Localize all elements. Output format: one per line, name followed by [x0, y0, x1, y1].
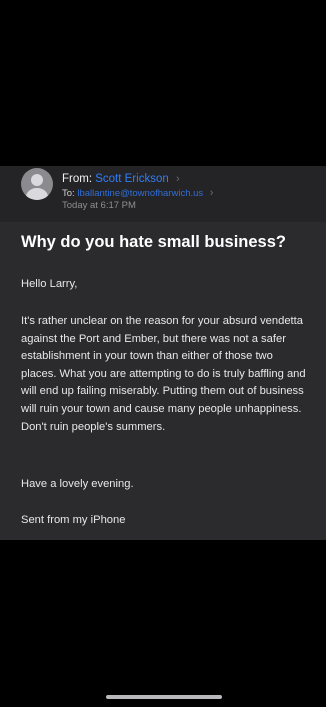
email-signature: Sent from my iPhone: [21, 514, 126, 526]
top-blank-area: [0, 0, 326, 166]
to-label: To:: [62, 188, 75, 199]
email-greeting: Hello Larry,: [21, 278, 78, 290]
from-label: From:: [62, 173, 93, 185]
avatar-head: [31, 174, 43, 186]
email-view: From: Scott Erickson › To: lballantine@t…: [0, 166, 326, 540]
chevron-right-icon: ›: [175, 173, 180, 185]
home-indicator[interactable]: [106, 695, 222, 699]
chevron-right-icon: ›: [209, 187, 214, 199]
email-body-paragraph: It's rather unclear on the reason for yo…: [21, 315, 306, 433]
email-closing: Have a lovely evening.: [21, 478, 134, 490]
sender-name-link[interactable]: Scott Erickson: [95, 173, 169, 185]
email-subject: Why do you hate small business?: [21, 233, 286, 251]
email-date: Today at 6:17 PM: [62, 200, 136, 211]
recipient-address-link[interactable]: lballantine@townofharwich.us: [77, 188, 203, 199]
from-line: From: Scott Erickson ›: [62, 172, 180, 186]
to-line: To: lballantine@townofharwich.us ›: [62, 187, 213, 200]
avatar-body: [26, 188, 48, 200]
email-header: From: Scott Erickson › To: lballantine@t…: [0, 166, 326, 222]
sender-avatar-icon[interactable]: [21, 168, 53, 200]
